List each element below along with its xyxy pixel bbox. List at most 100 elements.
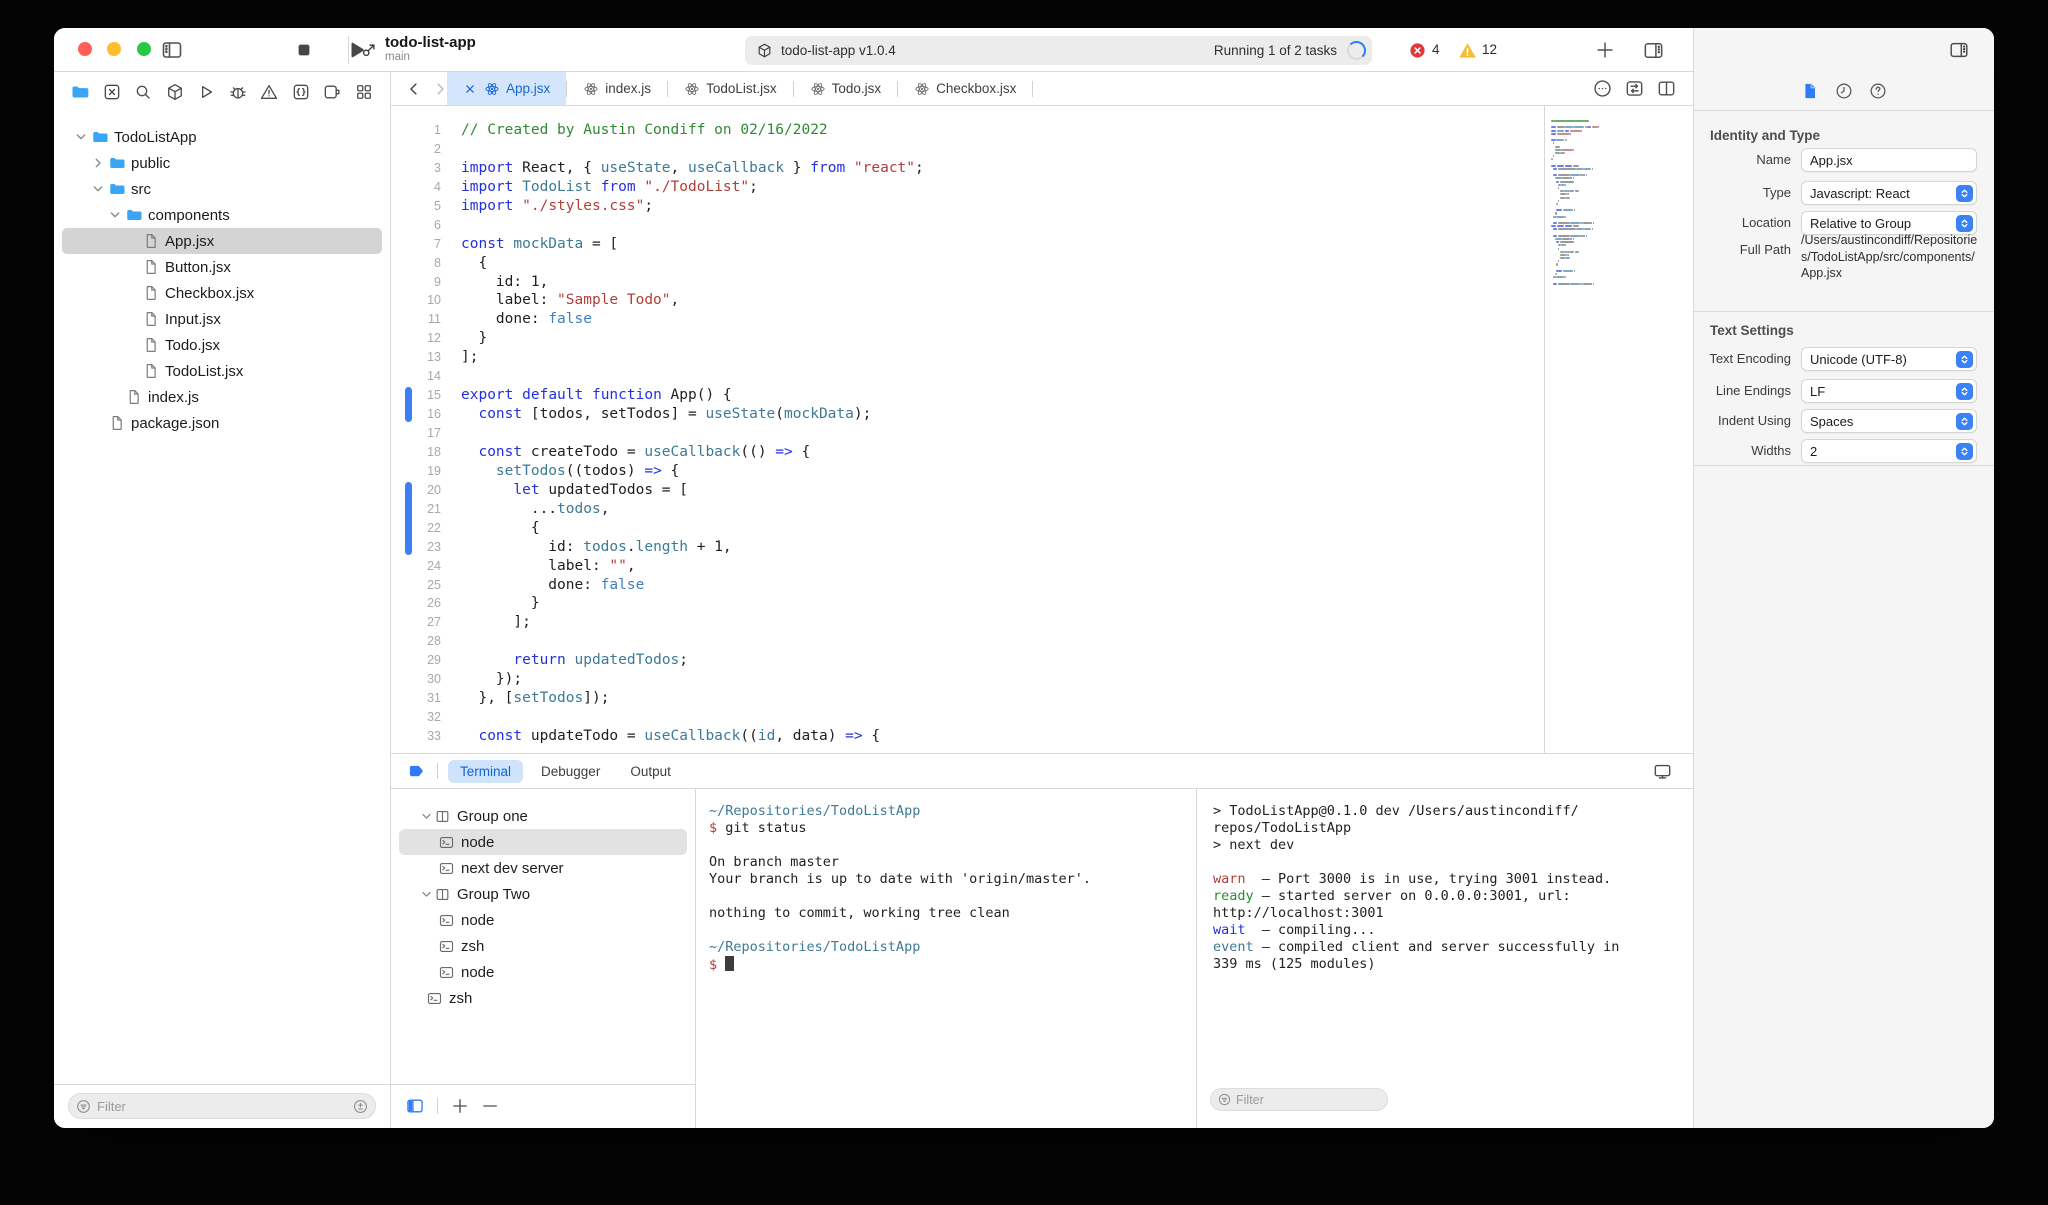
chevron-down-icon[interactable] (419, 887, 434, 902)
stop-button[interactable] (294, 40, 314, 60)
field-text-encoding[interactable]: Unicode (UTF-8) (1801, 347, 1977, 371)
select-stepper-icon[interactable] (1956, 351, 1973, 368)
sidebar-item-app-jsx[interactable]: App.jsx (62, 228, 382, 254)
chevron-down-icon[interactable] (419, 809, 434, 824)
tab-checkbox-jsx[interactable]: Checkbox.jsx (898, 72, 1032, 105)
field-indent-using[interactable]: Spaces (1801, 409, 1977, 433)
activity-x-square-icon[interactable] (102, 82, 122, 102)
session-group-one[interactable]: Group one (399, 803, 687, 829)
session-node[interactable]: node (399, 829, 687, 855)
close-window-button[interactable] (78, 42, 92, 56)
dock-panel-icon[interactable] (1652, 761, 1673, 782)
inspector-tab-question[interactable] (1868, 81, 1888, 101)
inspector-tab-doc-fill[interactable] (1800, 81, 1820, 101)
sidebar-item-components[interactable]: components (62, 202, 382, 228)
terminal-filter-field[interactable]: Filter (1210, 1088, 1388, 1111)
chevron-right-icon[interactable] (90, 155, 106, 171)
select-stepper-icon[interactable] (1956, 383, 1973, 400)
activity-cube-icon[interactable] (165, 82, 185, 102)
activity-grid-icon[interactable] (354, 82, 374, 102)
sidebar-filter-field[interactable]: Filter (68, 1093, 376, 1119)
activity-warning-icon[interactable] (259, 82, 279, 102)
field-type[interactable]: Javascript: React (1801, 181, 1977, 205)
toggle-sidebar-icon[interactable] (160, 38, 184, 62)
close-tab-icon[interactable] (463, 82, 477, 96)
add-tab-icon[interactable] (1594, 39, 1616, 61)
activity-plug-icon[interactable] (322, 82, 342, 102)
session-group-two[interactable]: Group Two (399, 881, 687, 907)
session-node[interactable]: node (399, 959, 687, 985)
terminal-pane-1[interactable]: ~/Repositories/TodoListApp $ git status On… (709, 789, 1195, 1128)
sidebar-item-input-jsx[interactable]: Input.jsx (62, 306, 382, 332)
minimap-line (1551, 282, 1647, 285)
field-line-endings[interactable]: LF (1801, 379, 1977, 403)
chevron-down-icon[interactable] (73, 129, 89, 145)
sidebar-item-todolist-jsx[interactable]: TodoList.jsx (62, 358, 382, 384)
field-name[interactable]: App.jsx (1801, 148, 1977, 172)
field-widths[interactable]: 2 (1801, 439, 1977, 463)
activity-folder-icon[interactable] (70, 82, 90, 102)
back-icon[interactable] (405, 80, 423, 98)
tab-app-jsx[interactable]: App.jsx (447, 72, 567, 105)
activity-bug-icon[interactable] (228, 82, 248, 102)
activity-play-icon[interactable] (196, 82, 216, 102)
warning-badge-icon[interactable] (1458, 41, 1477, 60)
terminal-tab-output[interactable]: Output (618, 760, 683, 783)
remove-terminal-icon[interactable] (480, 1096, 500, 1116)
react-icon (810, 81, 826, 97)
split-editor-icon[interactable] (1656, 78, 1677, 99)
react-icon (914, 81, 930, 97)
section-divider (1694, 465, 1994, 466)
add-terminal-icon[interactable] (450, 1096, 470, 1116)
sidebar-item-package-json[interactable]: package.json (62, 410, 382, 436)
tab-label: Checkbox.jsx (936, 81, 1017, 96)
tab-index-js[interactable]: index.js (567, 72, 667, 105)
inspector-tab-clock[interactable] (1834, 81, 1854, 101)
sidebar-item-button-jsx[interactable]: Button.jsx (62, 254, 382, 280)
zoom-window-button[interactable] (136, 42, 151, 56)
minimize-window-button[interactable] (107, 42, 122, 56)
session-next-dev-server[interactable]: next dev server (399, 855, 687, 881)
code-editor[interactable]: 1 2 3 4 5 6 7 8 9 10 11 12 13 14 15 16 17 18 19 20 21 22 23 24 2… (391, 106, 1693, 753)
sidebar-item-index-js[interactable]: index.js (62, 384, 382, 410)
terminal-tab-debugger[interactable]: Debugger (529, 760, 612, 783)
session-zsh[interactable]: zsh (399, 933, 687, 959)
tab-todo-jsx[interactable]: Todo.jsx (794, 72, 898, 105)
error-badge-icon[interactable] (1409, 42, 1426, 59)
file-icon (142, 362, 160, 380)
tab-todolist-jsx[interactable]: TodoList.jsx (668, 72, 793, 105)
inspector-toggle-icon[interactable] (1948, 39, 1970, 61)
sidebar-item-public[interactable]: public (62, 150, 382, 176)
sidebar-item-checkbox-jsx[interactable]: Checkbox.jsx (62, 280, 382, 306)
sidebar-item-src[interactable]: src (62, 176, 382, 202)
filter-funnel-icon (75, 1098, 92, 1115)
swap-editor-icon[interactable] (1624, 78, 1645, 99)
minimap[interactable] (1551, 120, 1647, 286)
select-stepper-icon[interactable] (1956, 443, 1973, 460)
terminal-pane-2[interactable]: > TodoListApp@0.1.0 dev /Users/austincon… (1213, 789, 1693, 1128)
select-stepper-icon[interactable] (1956, 413, 1973, 430)
select-stepper-icon[interactable] (1956, 215, 1973, 232)
minimap-line (1551, 234, 1647, 237)
filter-plusminus-icon[interactable] (352, 1098, 369, 1115)
sidebar-item-todolistapp[interactable]: TodoListApp (62, 124, 382, 150)
line-number-gutter: 1 2 3 4 5 6 7 8 9 10 11 12 13 14 15 16 17 18 19 20 21 22 23 24 2… (391, 121, 441, 746)
toggle-session-list-icon[interactable] (405, 1096, 425, 1116)
sidebar-item-todo-jsx[interactable]: Todo.jsx (62, 332, 382, 358)
field-value: 2 (1810, 443, 1818, 459)
more-options-icon[interactable] (1592, 78, 1613, 99)
status-pill[interactable]: todo-list-app v1.0.4 Running 1 of 2 task… (745, 36, 1372, 65)
chevron-down-icon[interactable] (107, 207, 123, 223)
activity-braces-icon[interactable] (291, 82, 311, 102)
select-stepper-icon[interactable] (1956, 185, 1973, 202)
toggle-inspector-icon[interactable] (1642, 39, 1665, 62)
chevron-down-icon[interactable] (90, 181, 106, 197)
terminal-tab-terminal[interactable]: Terminal (448, 759, 524, 783)
session-zsh[interactable]: zsh (399, 985, 687, 1011)
terminal-line: wait – compiling... (1213, 922, 1376, 938)
session-node[interactable]: node (399, 907, 687, 933)
drawer-tag-icon[interactable] (407, 761, 427, 781)
activity-search-icon[interactable] (133, 82, 153, 102)
